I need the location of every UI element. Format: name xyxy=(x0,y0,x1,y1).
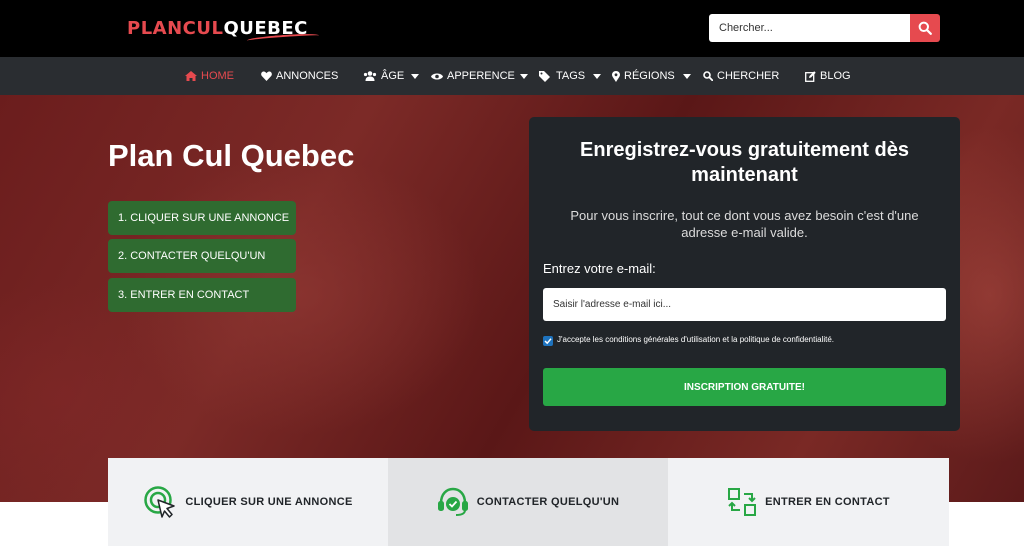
nav-annonces[interactable]: ANNONCES xyxy=(261,57,338,95)
feature-contact-someone-label: CONTACTER QUELQU'UN xyxy=(476,496,620,508)
tags-icon xyxy=(539,70,552,82)
nav-home-label: HOME xyxy=(201,70,234,82)
home-icon xyxy=(185,71,197,81)
top-bar: PLANCUL QUEBEC xyxy=(0,0,1024,57)
edit-icon xyxy=(805,70,816,82)
logo-part-1: PLANCUL xyxy=(127,17,224,39)
terms-label[interactable]: J'accepte les conditions générales d'uti… xyxy=(557,335,834,344)
registration-card: Enregistrez-vous gratuitement dès mainte… xyxy=(529,117,960,431)
eye-icon xyxy=(431,72,443,81)
nav-regions[interactable]: RÉGIONS xyxy=(612,57,675,95)
nav-apperence[interactable]: APPERENCE xyxy=(431,57,515,95)
nav-regions-label: RÉGIONS xyxy=(624,70,675,82)
map-marker-icon xyxy=(612,70,620,82)
age-dropdown-chevron-icon[interactable] xyxy=(411,74,419,79)
site-logo[interactable]: PLANCUL QUEBEC xyxy=(127,14,320,44)
nav-blog-label: BLOG xyxy=(820,70,851,82)
headset-icon xyxy=(437,487,468,516)
nav-home[interactable]: HOME xyxy=(185,57,234,95)
step-3-button[interactable]: 3. ENTRER EN CONTACT xyxy=(108,278,296,312)
nav-annonces-label: ANNONCES xyxy=(276,70,339,82)
search-input[interactable] xyxy=(709,14,910,42)
search-form xyxy=(709,14,940,42)
nav-tags[interactable]: TAGS xyxy=(539,57,585,95)
registration-description: Pour vous inscrire, tout ce dont vous av… xyxy=(570,208,919,240)
feature-get-in-touch-label: ENTRER EN CONTACT xyxy=(765,496,890,508)
heart-icon xyxy=(261,71,272,81)
regions-dropdown-chevron-icon[interactable] xyxy=(683,74,691,79)
search-icon xyxy=(703,71,713,81)
page-title: Plan Cul Quebec xyxy=(108,138,355,173)
cursor-click-icon xyxy=(144,486,176,518)
users-icon xyxy=(363,71,377,81)
nav-blog[interactable]: BLOG xyxy=(805,57,851,95)
nav-chercher-label: CHERCHER xyxy=(717,70,780,82)
exchange-icon xyxy=(728,488,757,516)
step-1-button[interactable]: 1. CLIQUER SUR UNE ANNONCE xyxy=(108,201,296,235)
register-button[interactable]: INSCRIPTION GRATUITE! xyxy=(543,368,946,406)
nav-chercher[interactable]: CHERCHER xyxy=(703,57,779,95)
main-nav: HOME ANNONCES ÂGE APPERENCE TAGS RÉGIONS xyxy=(0,57,1024,95)
feature-click-ad[interactable]: CLIQUER SUR UNE ANNONCE xyxy=(108,458,388,546)
nav-tags-label: TAGS xyxy=(556,70,586,82)
search-icon xyxy=(918,21,932,35)
terms-checkbox[interactable] xyxy=(543,336,553,346)
search-button[interactable] xyxy=(910,14,940,42)
email-label: Entrez votre e-mail: xyxy=(543,261,656,276)
feature-click-ad-label: CLIQUER SUR UNE ANNONCE xyxy=(185,496,353,508)
tags-dropdown-chevron-icon[interactable] xyxy=(593,74,601,79)
email-field[interactable] xyxy=(543,288,946,321)
feature-get-in-touch[interactable]: ENTRER EN CONTACT xyxy=(668,458,949,546)
step-2-button[interactable]: 2. CONTACTER QUELQU'UN xyxy=(108,239,296,273)
checkmark-icon xyxy=(544,338,552,345)
registration-title: Enregistrez-vous gratuitement dès mainte… xyxy=(580,139,909,186)
nav-apperence-label: APPERENCE xyxy=(447,70,515,82)
apperence-dropdown-chevron-icon[interactable] xyxy=(520,74,528,79)
nav-age-label: ÂGE xyxy=(381,70,405,82)
nav-age[interactable]: ÂGE xyxy=(363,57,404,95)
feature-contact-someone[interactable]: CONTACTER QUELQU'UN xyxy=(388,458,668,546)
